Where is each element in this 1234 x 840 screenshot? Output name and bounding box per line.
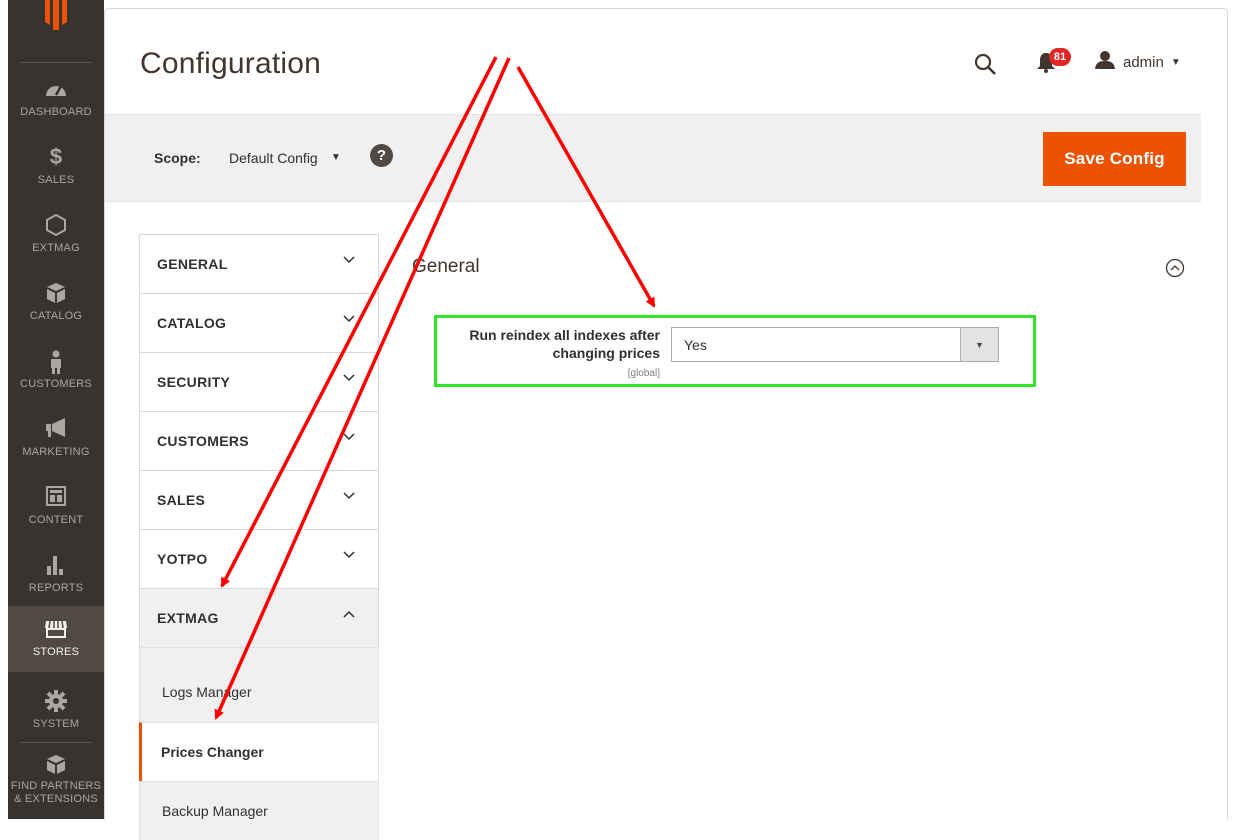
- user-menu[interactable]: admin ▼: [1095, 50, 1181, 74]
- nav-label: CATALOG: [29, 310, 83, 322]
- tab-item-label: Logs Manager: [162, 684, 252, 700]
- nav-item-system[interactable]: SYSTEM: [8, 678, 104, 744]
- reindex-select[interactable]: Yes ▼: [671, 327, 999, 362]
- nav-item-customers[interactable]: CUSTOMERS: [8, 338, 104, 404]
- nav-label: DASHBOARD: [20, 106, 92, 118]
- dollar-icon: $: [49, 144, 63, 169]
- tab-yotpo[interactable]: YOTPO: [139, 529, 379, 588]
- tab-label: CUSTOMERS: [157, 433, 249, 449]
- section-title[interactable]: General: [412, 256, 480, 278]
- field-label: Run reindex all indexes after changing p…: [440, 326, 660, 362]
- chevron-down-icon[interactable]: ▼: [331, 152, 341, 163]
- scope-bar: Scope: Default Config ▼ ? Save Config: [105, 114, 1201, 202]
- save-config-button[interactable]: Save Config: [1043, 132, 1186, 186]
- nav-item-marketing[interactable]: MARKETING: [8, 406, 104, 472]
- cubes-icon: [8, 754, 104, 778]
- tab-item-logs-manager[interactable]: Logs Manager: [139, 647, 379, 722]
- nav-label: FIND PARTNERS: [10, 780, 102, 792]
- config-tabs: GENERAL CATALOG SECURITY CUSTOMERS SALES…: [139, 234, 379, 840]
- magento-logo[interactable]: [8, 0, 104, 56]
- nav-label: CONTENT: [28, 514, 84, 526]
- store-icon: [8, 620, 104, 644]
- box-icon: [8, 282, 104, 306]
- scope-label: Scope:: [154, 150, 201, 166]
- tab-item-label: Prices Changer: [161, 744, 264, 760]
- admin-nav: DASHBOARD $ SALES EXTMAG CATALOG CUSTOME…: [8, 0, 104, 819]
- nav-item-catalog[interactable]: CATALOG: [8, 270, 104, 336]
- tab-item-label: Backup Manager: [162, 803, 268, 819]
- nav-divider: [20, 742, 92, 743]
- user-name: admin: [1123, 53, 1164, 71]
- chevron-down-icon: [343, 433, 355, 441]
- user-icon: [1095, 50, 1115, 74]
- chevron-down-icon: [343, 374, 355, 382]
- tab-security[interactable]: SECURITY: [139, 352, 379, 411]
- nav-label: SYSTEM: [32, 718, 80, 730]
- nav-label: MARKETING: [22, 446, 90, 458]
- tab-sales[interactable]: SALES: [139, 470, 379, 529]
- layout-icon: [8, 486, 104, 510]
- tab-label: SALES: [157, 492, 206, 508]
- nav-item-reports[interactable]: REPORTS: [8, 542, 104, 608]
- person-icon: [8, 350, 104, 374]
- nav-label: STORES: [32, 646, 80, 658]
- megaphone-icon: [8, 418, 104, 442]
- scope-switcher[interactable]: Default Config: [229, 150, 318, 166]
- page-title: Configuration: [140, 47, 322, 80]
- chevron-down-icon: [343, 551, 355, 559]
- highlighted-field: Run reindex all indexes after changing p…: [434, 315, 1036, 387]
- dashboard-icon: [8, 78, 104, 102]
- chevron-down-icon: [343, 315, 355, 323]
- nav-item-stores[interactable]: STORES: [8, 606, 104, 672]
- search-icon[interactable]: [974, 53, 996, 80]
- nav-label: SALES: [37, 174, 75, 186]
- chevron-down-icon: [343, 492, 355, 500]
- tab-label: YOTPO: [157, 551, 208, 567]
- nav-item-extmag[interactable]: EXTMAG: [8, 202, 104, 268]
- tab-label: GENERAL: [157, 256, 228, 272]
- field-label-line: changing prices: [552, 345, 660, 361]
- nav-item-find-partners[interactable]: FIND PARTNERS & EXTENSIONS: [8, 748, 104, 819]
- tab-general[interactable]: GENERAL: [139, 234, 379, 293]
- tab-catalog[interactable]: CATALOG: [139, 293, 379, 352]
- tab-customers[interactable]: CUSTOMERS: [139, 411, 379, 470]
- chevron-down-icon: ▼: [975, 340, 984, 350]
- nav-label: CUSTOMERS: [20, 378, 92, 390]
- nav-divider: [20, 62, 92, 63]
- field-scope: [global]: [627, 368, 660, 379]
- gear-icon: [8, 690, 104, 714]
- bar-chart-icon: [8, 554, 104, 578]
- field-label-line: Run reindex all indexes after: [469, 327, 660, 343]
- nav-item-content[interactable]: CONTENT: [8, 474, 104, 540]
- hexagon-icon: [8, 214, 104, 238]
- help-icon[interactable]: ?: [370, 144, 393, 167]
- chevron-down-icon: [343, 256, 355, 264]
- tab-label: SECURITY: [157, 374, 231, 390]
- tab-extmag[interactable]: EXTMAG: [139, 588, 379, 647]
- select-toggle[interactable]: ▼: [960, 328, 998, 361]
- main-content: Configuration 81 admin ▼ Scope: Default …: [104, 8, 1228, 840]
- nav-item-sales[interactable]: $ SALES: [8, 134, 104, 200]
- nav-item-dashboard[interactable]: DASHBOARD: [8, 66, 104, 132]
- chevron-down-icon: ▼: [1170, 56, 1181, 68]
- notification-badge[interactable]: 81: [1049, 48, 1071, 66]
- tab-label: CATALOG: [157, 315, 227, 331]
- select-value: Yes: [684, 337, 707, 353]
- nav-label: REPORTS: [28, 582, 84, 594]
- collapse-icon[interactable]: [1165, 258, 1185, 283]
- tab-item-backup-manager[interactable]: Backup Manager: [139, 781, 379, 840]
- chevron-up-icon: [343, 610, 355, 618]
- nav-label: & EXTENSIONS: [14, 793, 98, 805]
- tab-label: EXTMAG: [157, 610, 219, 626]
- nav-label: EXTMAG: [32, 242, 80, 254]
- tab-item-prices-changer[interactable]: Prices Changer: [139, 722, 379, 781]
